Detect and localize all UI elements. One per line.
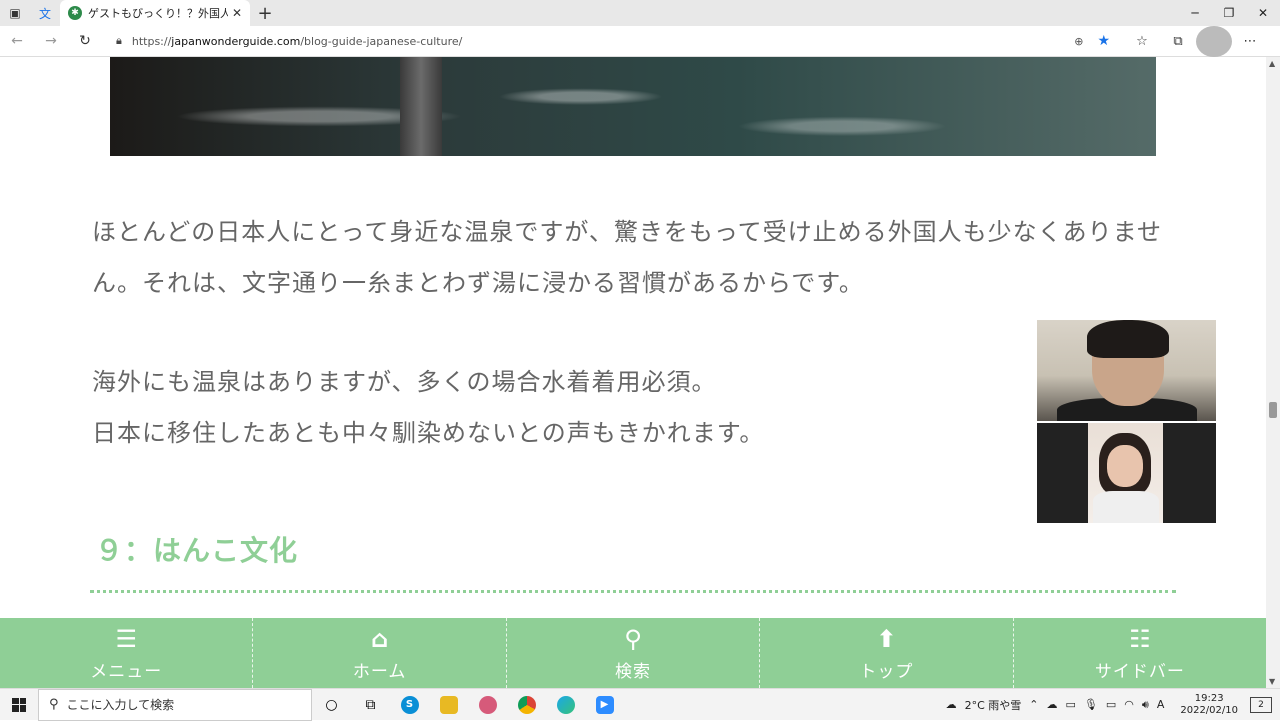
onsen-water-image xyxy=(110,57,1156,156)
profile-button[interactable] xyxy=(1196,25,1232,57)
scroll-thumb[interactable] xyxy=(1269,402,1277,418)
zoom-app-icon[interactable]: ▶ xyxy=(585,689,624,721)
edge-icon[interactable] xyxy=(546,689,585,721)
participant-1-hair xyxy=(1087,320,1169,358)
nav-sidebar-label: サイドバー xyxy=(1094,661,1185,682)
article-paragraph-onsen: ほとんどの日本人にとって身近な温泉ですが、驚きをもって受け止める外国人も少なくあ… xyxy=(92,218,1162,297)
participant-2-body xyxy=(1093,491,1159,523)
lock-icon[interactable]: 🔒︎ xyxy=(116,34,122,48)
dotted-divider xyxy=(90,590,1176,593)
scroll-down-icon[interactable]: ▼ xyxy=(1269,677,1275,686)
site-favicon-icon: ✱ xyxy=(68,6,82,20)
url-scheme: https:// xyxy=(131,34,172,48)
new-tab-button[interactable]: + xyxy=(250,0,280,26)
skype-icon[interactable]: S xyxy=(390,689,429,721)
page-scrollbar[interactable]: ▲ ▼ xyxy=(1266,57,1280,688)
microphone-icon[interactable]: 🎙︎ xyxy=(1084,698,1098,711)
close-tab-icon[interactable]: ✕ xyxy=(232,6,242,20)
profile-avatar xyxy=(1196,25,1232,57)
taskbar-search-placeholder: ここに入力して検索 xyxy=(66,698,175,712)
system-tray: ☁ 2°C 雨や雪 ⌃ ☁ ▭ 🎙︎ ▭ ◠ 🔊︎ A 19:23 2022/0… xyxy=(942,689,1280,721)
bamboo-pipe-shape xyxy=(400,57,442,156)
snipping-tool-icon[interactable] xyxy=(468,689,507,721)
window-controls: ─ ❐ ✕ xyxy=(1178,0,1280,26)
nav-search-button[interactable]: ⚲ 検索 xyxy=(507,618,761,688)
search-icon: ⚲ xyxy=(624,624,642,653)
arrow-up-icon: ⬆ xyxy=(876,624,897,653)
nav-top-label: トップ xyxy=(859,661,914,682)
zoom-icon[interactable]: ⊕ xyxy=(1074,35,1083,48)
refresh-button[interactable]: ↻ xyxy=(68,26,102,57)
task-view-icon[interactable]: ⧉ xyxy=(351,689,390,721)
close-window-icon[interactable]: ✕ xyxy=(1246,0,1280,26)
nav-top-button[interactable]: ⬆ トップ xyxy=(760,618,1014,688)
home-icon: ⌂ xyxy=(371,624,389,653)
favorites-icon[interactable]: ☆ xyxy=(1124,26,1160,57)
taskbar-clock[interactable]: 19:23 2022/02/10 xyxy=(1176,693,1242,717)
start-button[interactable] xyxy=(0,689,38,721)
tab-actions-icon[interactable]: ▣ xyxy=(0,0,30,26)
participant-2-face xyxy=(1107,445,1143,487)
meet-now-icon[interactable]: ▭ xyxy=(1066,698,1076,711)
cortana-icon[interactable]: ○ xyxy=(312,689,351,721)
url-path: /blog-guide-japanese-culture/ xyxy=(300,34,463,48)
chrome-icon[interactable] xyxy=(507,689,546,721)
nav-sidebar-button[interactable]: ☷ サイドバー xyxy=(1014,618,1266,688)
browser-toolbar: ☆ ⧉ ⋯ xyxy=(1124,25,1268,57)
section-heading-hanko: ９：はんこ文化 xyxy=(95,534,299,567)
video-tile-participant-2[interactable] xyxy=(1037,423,1216,523)
nav-menu-label: メニュー xyxy=(90,661,163,682)
url-host: japanwonderguide.com xyxy=(171,34,301,48)
file-explorer-icon[interactable] xyxy=(429,689,468,721)
paragraph-line: 日本に移住したあとも中々馴染めないとの声もきかれます。 xyxy=(92,419,765,447)
browser-tab-bar: ▣ 文 ✱ ゲストもびっくり！？外国人が驚く日 ✕ + ─ ❐ ✕ xyxy=(0,0,1280,26)
battery-icon[interactable]: ▭ xyxy=(1106,698,1116,711)
address-bar-row: ← → ↻ 🔒︎ https://japanwonderguide.com/bl… xyxy=(0,25,1280,57)
windows-logo-icon xyxy=(12,697,26,712)
onedrive-icon[interactable]: ☁ xyxy=(1047,698,1058,711)
taskbar-search-box[interactable]: ⚲ ここに入力して検索 xyxy=(38,688,312,721)
bottom-navigation: ☰ メニュー ⌂ ホーム ⚲ 検索 ⬆ トップ ☷ サイドバー xyxy=(0,618,1266,688)
notification-center-button[interactable]: 2 xyxy=(1250,696,1272,713)
sidebar-icon: ☷ xyxy=(1129,624,1151,653)
minimize-icon[interactable]: ─ xyxy=(1178,0,1212,26)
nav-search-label: 検索 xyxy=(615,661,652,682)
tab-title: ゲストもびっくり！？外国人が驚く日 xyxy=(88,7,228,20)
collections-icon[interactable]: ⧉ xyxy=(1160,26,1196,57)
more-options-icon[interactable]: ⋯ xyxy=(1232,26,1268,57)
taskbar-search-icon: ⚲ xyxy=(49,697,59,712)
wifi-icon[interactable]: ◠ xyxy=(1124,698,1134,711)
paragraph-line: 海外にも温泉はありますが、多くの場合水着着用必須。 xyxy=(92,368,717,396)
show-hidden-icons-icon[interactable]: ⌃ xyxy=(1029,698,1038,711)
translate-tab-icon[interactable]: 文 xyxy=(30,0,60,26)
nav-menu-button[interactable]: ☰ メニュー xyxy=(0,618,254,688)
weather-icon[interactable]: ☁ xyxy=(946,698,957,711)
favorite-star-icon[interactable]: ★ xyxy=(1097,33,1110,49)
nav-home-button[interactable]: ⌂ ホーム xyxy=(253,618,507,688)
scroll-up-icon[interactable]: ▲ xyxy=(1269,59,1275,68)
article-paragraph-swimwear: 海外にも温泉はありますが、多くの場合水着着用必須。 日本に移住したあとも中々馴染… xyxy=(92,357,992,459)
forward-button[interactable]: → xyxy=(34,26,68,57)
nav-home-label: ホーム xyxy=(352,661,407,682)
restore-icon[interactable]: ❐ xyxy=(1212,0,1246,26)
notification-count: 2 xyxy=(1258,699,1264,710)
url-field[interactable]: 🔒︎ https://japanwonderguide.com/blog-gui… xyxy=(108,28,1118,54)
menu-icon: ☰ xyxy=(115,624,137,653)
ime-indicator[interactable]: A xyxy=(1157,698,1165,711)
clock-date: 2022/02/10 xyxy=(1180,704,1238,716)
windows-taskbar: ⚲ ここに入力して検索 ○ ⧉ S ▶ ☁ 2°C 雨や雪 ⌃ ☁ ▭ 🎙︎ ▭… xyxy=(0,688,1280,721)
back-button[interactable]: ← xyxy=(0,26,34,57)
browser-tab-active[interactable]: ✱ ゲストもびっくり！？外国人が驚く日 ✕ xyxy=(60,0,250,26)
video-tile-participant-1[interactable] xyxy=(1037,320,1216,421)
weather-text[interactable]: 2°C 雨や雪 xyxy=(965,697,1022,713)
clock-time: 19:23 xyxy=(1194,692,1224,704)
volume-icon[interactable]: 🔊︎ xyxy=(1142,698,1149,712)
